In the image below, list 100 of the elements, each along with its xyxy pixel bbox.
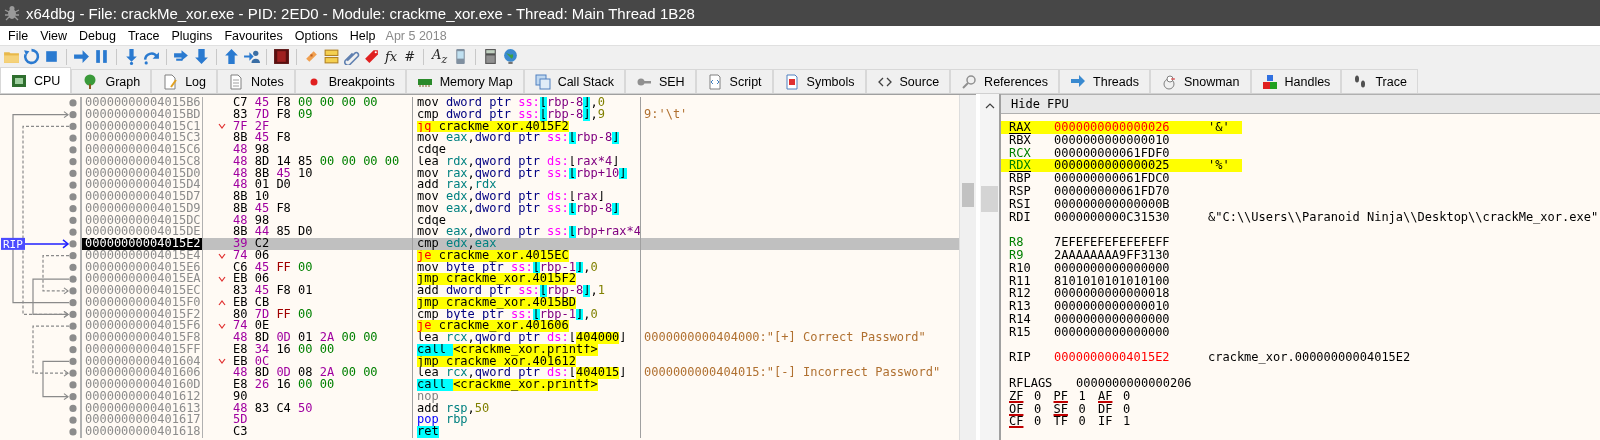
menu-item[interactable]: Favourites [218,28,289,43]
tab[interactable]: Source [865,69,951,93]
breakpoint-dot-icon[interactable] [69,216,77,224]
menu-item[interactable]: Help [343,28,382,43]
breakpoint-dot-icon[interactable] [69,111,77,119]
menu-item[interactable]: Plugins [165,28,219,43]
tab[interactable]: Log [151,69,217,93]
disassembly-row[interactable]: 00000000004015E4 74 06 je crackme_xor.4015EC [80,249,959,262]
disassembly-row[interactable]: 00000000004015D4 48 01 D0 add rax,rdx [80,179,959,191]
flag-name: TF [1053,415,1069,429]
instruction-bytes: 8B 44 85 D0 [233,226,313,238]
tab[interactable]: Notes [217,69,295,93]
tab[interactable]: Memory Map [405,69,524,93]
menu-item[interactable]: Trace [121,28,166,43]
tab[interactable]: Trace [1341,69,1418,93]
tab[interactable]: SEH [624,69,696,93]
menu-item[interactable]: File [2,28,35,43]
tab[interactable]: Threads [1059,69,1150,93]
disassembly-row[interactable]: 00000000004015EA EB 06 jmp crackme_xor.4015F2 [80,273,959,285]
tab[interactable]: References [950,69,1060,93]
restart-icon[interactable] [23,48,40,65]
tab[interactable]: CPU [0,67,72,93]
breakpoint-dot-icon[interactable] [69,240,77,248]
menu-item[interactable]: Debug [73,28,122,43]
disassembly-row[interactable]: 00000000004015F6 74 0E je crackme_xor.401606 [80,320,959,332]
breakpoint-dot-icon[interactable] [69,134,77,142]
breakpoint-dot-icon[interactable] [69,205,77,213]
menu-item[interactable]: Options [288,28,344,43]
instruction-text: jg crackme_xor.4015F2 [417,120,569,133]
register-value: 0000000000000000 [1054,325,1171,339]
tab[interactable]: Symbols [772,69,866,93]
pause-icon[interactable] [93,48,110,65]
arrow-right-icon[interactable] [73,48,90,65]
breakpoint-dot-icon[interactable] [69,357,77,365]
breakpoint-dot-icon[interactable] [69,228,77,236]
tab[interactable]: Snowman [1149,69,1251,93]
register-value: 0000000000000010 [1054,300,1171,313]
scrollbar[interactable] [980,94,1001,440]
disassembly-row[interactable]: 00000000004015D9 8B 45 F8 mov eax,dword ptr ss:[rbp-8] [80,202,959,215]
breakpoint-dot-icon[interactable] [69,310,77,318]
tab[interactable]: Script [695,69,773,93]
arrow-up-icon[interactable] [223,48,240,65]
breakpoint-dot-icon[interactable] [69,158,77,166]
disassembly-row[interactable]: 0000000000401618 C3 ret [80,426,959,438]
breakpoint-dot-icon[interactable] [69,369,77,377]
square-icon[interactable] [273,48,290,65]
breakpoint-dot-icon[interactable] [69,416,77,424]
tab[interactable]: Graph [71,69,152,93]
disassembly-row[interactable]: 00000000004015D7 8B 10 mov edx,dword ptr ds:[rax] [80,191,959,203]
address-cell: 00000000004015D7 [80,191,203,203]
disassembly-row[interactable]: 000000000040160D E8 26 16 00 00 call <crackme_xor.printf> [80,379,959,391]
breakpoint-dot-icon[interactable] [69,275,77,283]
breakpoint-dot-icon[interactable] [69,146,77,154]
arrow-down-icon[interactable] [193,48,210,65]
toolbar-button[interactable]: fx [383,49,400,64]
scrollbar-thumb[interactable] [962,183,974,207]
breakpoint-dot-icon[interactable] [69,181,77,189]
toolbar-button[interactable]: # [402,49,418,64]
scrollbar-thumb[interactable] [981,186,998,212]
breakpoint-dot-icon[interactable] [69,334,77,342]
breakpoint-dot-icon[interactable] [69,322,77,330]
breakpoint-dot-icon[interactable] [69,404,77,412]
breakpoint-dot-icon[interactable] [69,346,77,354]
breakpoint-dot-icon[interactable] [69,299,77,307]
tag-icon[interactable] [363,48,380,65]
menu-item[interactable]: View [34,28,74,43]
disassembly-row[interactable]: 00000000004015FF E8 34 16 00 00 call <crackme_xor.printf> [80,343,959,356]
breakpoint-dot-icon[interactable] [69,193,77,201]
bandage-icon[interactable] [303,48,320,65]
disassembly-row[interactable]: 00000000004015C1 7F 2F jg crackme_xor.4015F2 [80,120,959,133]
breakpoint-dot-icon[interactable] [69,252,77,260]
disassembly-row[interactable]: 00000000004015C6 48 98 cdqe [80,144,959,156]
instruction-bytes: 7F 2F [233,120,270,133]
instruction-text: mov dword ptr ss:[rbp-8],0 [417,97,605,109]
tab[interactable]: Handles [1250,69,1342,93]
hide-fpu-button[interactable]: Hide FPU [1011,97,1069,111]
disassembly-row[interactable]: 0000000000401612 90 nop [80,390,959,403]
disassembly-row[interactable]: 00000000004015C8 48 8D 14 85 00 00 00 00 lea rdx,qword ptr ds:[rax*4] [80,155,959,168]
disassembly-row[interactable]: 00000000004015B6 C7 45 F8 00 00 00 00 mov dword ptr ss:[rbp-8],0 [80,97,959,109]
breakpoint-dot-icon[interactable] [69,263,77,271]
disassembly-row[interactable]: 00000000004015C3 8B 45 F8 mov eax,dword ptr ss:[rbp-8] [80,132,959,144]
tab[interactable]: Breakpoints [294,69,406,93]
flag-value: 0 [1034,402,1042,416]
toolbar-button[interactable]: A$_{z}$ [430,47,450,66]
breakpoint-dot-icon[interactable] [69,99,77,107]
tab[interactable]: Call Stack [523,69,625,93]
disassembly-row[interactable]: 00000000004015E2 39 C2 cmp edx,eax [80,238,959,250]
scroll-up-icon[interactable] [985,103,995,109]
stop-icon[interactable] [43,48,60,65]
breakpoint-dot-icon[interactable] [69,393,77,401]
breakpoint-dot-icon[interactable] [69,287,77,295]
breakpoint-dot-icon[interactable] [69,169,77,177]
flag-value: 1 [1123,415,1131,429]
disassembly-row[interactable]: 00000000004015F0 EB CB jmp crackme_xor.4015BD [80,296,959,309]
globe-icon[interactable] [502,48,520,65]
person-arrow-icon[interactable] [243,48,260,65]
breakpoint-dot-icon[interactable] [69,381,77,389]
breakpoint-dot-icon[interactable] [69,122,77,130]
breakpoint-dot-icon[interactable] [69,428,77,436]
notes-icon[interactable] [323,48,340,65]
